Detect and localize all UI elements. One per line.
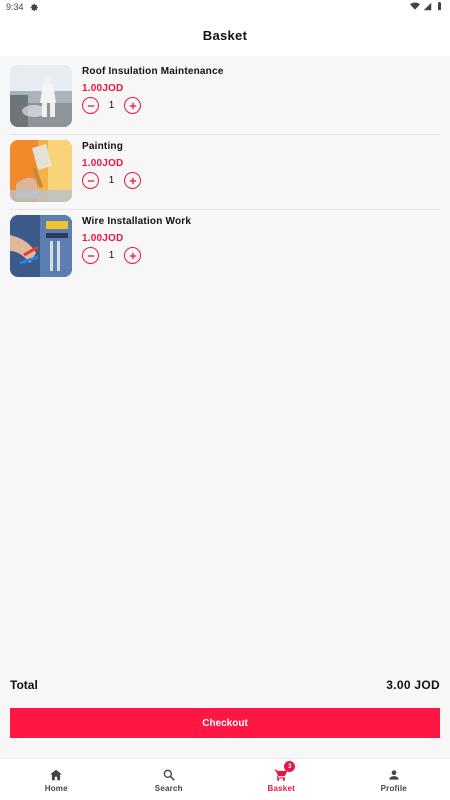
nav-item-home[interactable]: Home bbox=[0, 759, 113, 800]
status-bar: 9:34 bbox=[0, 0, 450, 14]
page-title: Basket bbox=[202, 27, 248, 43]
decrease-quantity-button[interactable] bbox=[82, 172, 99, 189]
item-name: Painting bbox=[82, 141, 124, 152]
nav-label-basket: Basket bbox=[267, 784, 295, 793]
total-label: Total bbox=[10, 678, 38, 692]
person-icon bbox=[389, 770, 399, 780]
item-price: 1.00JOD bbox=[82, 158, 124, 169]
minus-icon bbox=[87, 179, 94, 182]
quantity-stepper: 1 bbox=[82, 247, 191, 264]
nav-item-search[interactable]: Search bbox=[113, 759, 226, 800]
plus-icon bbox=[129, 252, 136, 259]
quantity-value: 1 bbox=[108, 175, 115, 186]
minus-icon bbox=[87, 254, 94, 257]
wire-installation-image bbox=[10, 215, 72, 277]
nav-item-profile[interactable]: Profile bbox=[338, 759, 450, 800]
quantity-value: 1 bbox=[108, 100, 115, 111]
increase-quantity-button[interactable] bbox=[124, 97, 141, 114]
item-name: Roof Insulation Maintenance bbox=[82, 66, 224, 77]
status-time: 9:34 bbox=[6, 2, 24, 12]
home-icon bbox=[50, 769, 63, 781]
list-item[interactable]: Painting 1.00JOD 1 bbox=[10, 135, 440, 210]
list-item[interactable]: Wire Installation Work 1.00JOD 1 bbox=[10, 210, 440, 285]
increase-quantity-button[interactable] bbox=[124, 172, 141, 189]
decrease-quantity-button[interactable] bbox=[82, 247, 99, 264]
increase-quantity-button[interactable] bbox=[124, 247, 141, 264]
app-bar: Basket bbox=[0, 14, 450, 56]
signal-icon bbox=[423, 2, 432, 13]
item-price: 1.00JOD bbox=[82, 83, 124, 94]
nav-label-home: Home bbox=[44, 784, 68, 793]
item-price: 1.00JOD bbox=[82, 233, 124, 244]
nav-item-basket[interactable]: 3 Basket bbox=[225, 759, 338, 800]
battery-icon bbox=[435, 1, 444, 13]
list-item[interactable]: Roof Insulation Maintenance 1.00JOD 1 bbox=[10, 60, 440, 135]
decrease-quantity-button[interactable] bbox=[82, 97, 99, 114]
quantity-stepper: 1 bbox=[82, 172, 141, 189]
basket-list: Roof Insulation Maintenance 1.00JOD 1 Pa… bbox=[10, 60, 440, 285]
plus-icon bbox=[129, 102, 136, 109]
roof-insulation-image bbox=[10, 65, 72, 127]
total-row: Total 3.00 JOD bbox=[10, 678, 440, 692]
cart-count-badge: 3 bbox=[284, 761, 296, 772]
plus-icon bbox=[129, 177, 136, 184]
painting-image bbox=[10, 140, 72, 202]
nav-label-search: Search bbox=[154, 784, 183, 793]
nav-label-profile: Profile bbox=[380, 784, 407, 793]
gear-icon bbox=[30, 3, 39, 12]
quantity-value: 1 bbox=[108, 250, 115, 261]
total-value: 3.00 JOD bbox=[386, 678, 440, 692]
quantity-stepper: 1 bbox=[82, 97, 224, 114]
checkout-button[interactable]: Checkout bbox=[10, 708, 440, 738]
item-name: Wire Installation Work bbox=[82, 216, 192, 227]
bottom-nav: Home Search 3 Basket Profile bbox=[0, 758, 450, 800]
search-icon bbox=[163, 769, 175, 781]
minus-icon bbox=[87, 104, 94, 107]
wifi-icon bbox=[410, 1, 420, 13]
